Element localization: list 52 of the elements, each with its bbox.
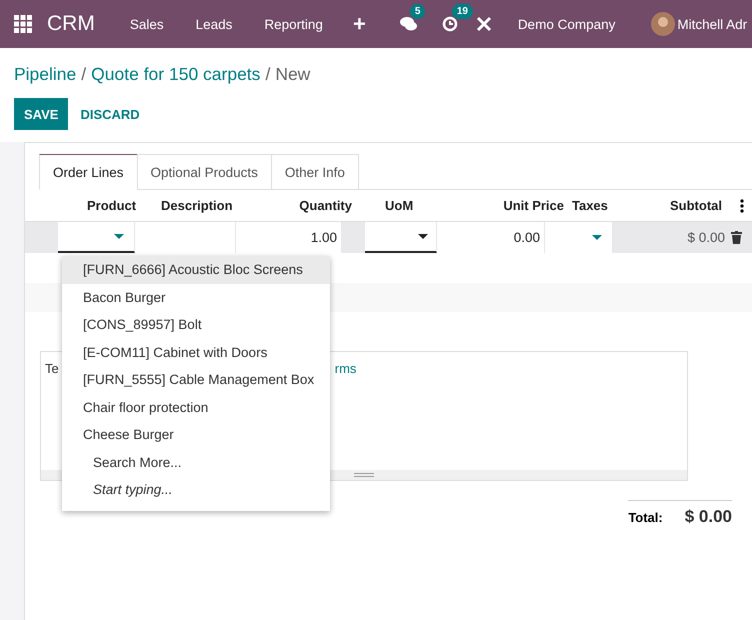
menu-item[interactable]: Reporting: [264, 16, 323, 32]
tab[interactable]: Other Info: [270, 154, 359, 190]
total-value: $ 0.00: [684, 507, 732, 527]
avatar-icon[interactable]: [651, 12, 676, 36]
clock-icon[interactable]: [442, 16, 458, 32]
caret-icon: [418, 234, 428, 240]
breadcrumb-separator: /: [265, 64, 270, 86]
trash-icon[interactable]: [731, 231, 742, 244]
tab[interactable]: Optional Products: [136, 154, 272, 190]
chat-icon[interactable]: [400, 16, 418, 32]
company-switcher[interactable]: Demo Company: [518, 16, 616, 32]
product-select[interactable]: [58, 222, 135, 253]
breadcrumb-link[interactable]: Pipeline: [14, 64, 76, 88]
activity-count-badge: 19: [452, 4, 473, 19]
dropdown-item[interactable]: Cheese Burger: [62, 421, 330, 448]
menu-item[interactable]: Leads: [196, 16, 232, 32]
unit-price-field[interactable]: 0.00: [437, 222, 545, 253]
terms-link[interactable]: rms: [334, 361, 356, 461]
tab[interactable]: Order Lines: [39, 154, 138, 190]
terms-text: Te: [45, 361, 59, 378]
menu-item[interactable]: Sales: [130, 16, 164, 32]
column-header[interactable]: UoM: [356, 198, 466, 213]
column-header[interactable]: Quantity: [258, 198, 356, 213]
apps-grid-icon[interactable]: [14, 15, 32, 33]
save-button[interactable]: SAVE: [14, 98, 68, 130]
subtotal-cell-text: $ 0.00: [686, 229, 725, 247]
dropdown-item[interactable]: [CONS_89957] Bolt: [62, 311, 330, 338]
total-label: Total:: [628, 510, 663, 525]
column-header[interactable]: Taxes: [568, 198, 634, 213]
caret-icon: [592, 234, 602, 240]
breadcrumb-link[interactable]: Quote for 150 carpets: [91, 64, 260, 88]
dropdown-item[interactable]: Chair floor protection: [62, 394, 330, 421]
discard-button[interactable]: DISCARD: [68, 98, 152, 130]
caret-icon: [114, 234, 124, 240]
dropdown-item[interactable]: [FURN_5555] Cable Management Box: [62, 366, 330, 394]
user-menu[interactable]: Mitchell Adr: [677, 16, 748, 32]
column-options-icon[interactable]: [740, 198, 744, 212]
message-count-badge: 5: [410, 4, 426, 19]
breadcrumb-separator: /: [81, 64, 86, 86]
quick-create-button[interactable]: +: [352, 11, 366, 37]
tools-icon[interactable]: [476, 16, 492, 32]
description-field[interactable]: [135, 222, 236, 253]
dropdown-item[interactable]: Search More...: [62, 448, 330, 476]
breadcrumb-current: New: [275, 64, 310, 86]
dropdown-item[interactable]: [FURN_6666] Acoustic Bloc Screens: [62, 256, 330, 284]
uom-select[interactable]: [365, 222, 437, 253]
quantity-field[interactable]: 1.00: [236, 222, 342, 253]
column-header[interactable]: Subtotal: [634, 198, 726, 213]
app-name[interactable]: CRM: [47, 12, 95, 36]
column-header[interactable]: Unit Price: [466, 198, 568, 213]
column-header[interactable]: Product: [25, 198, 157, 213]
column-header[interactable]: Description: [157, 198, 258, 213]
